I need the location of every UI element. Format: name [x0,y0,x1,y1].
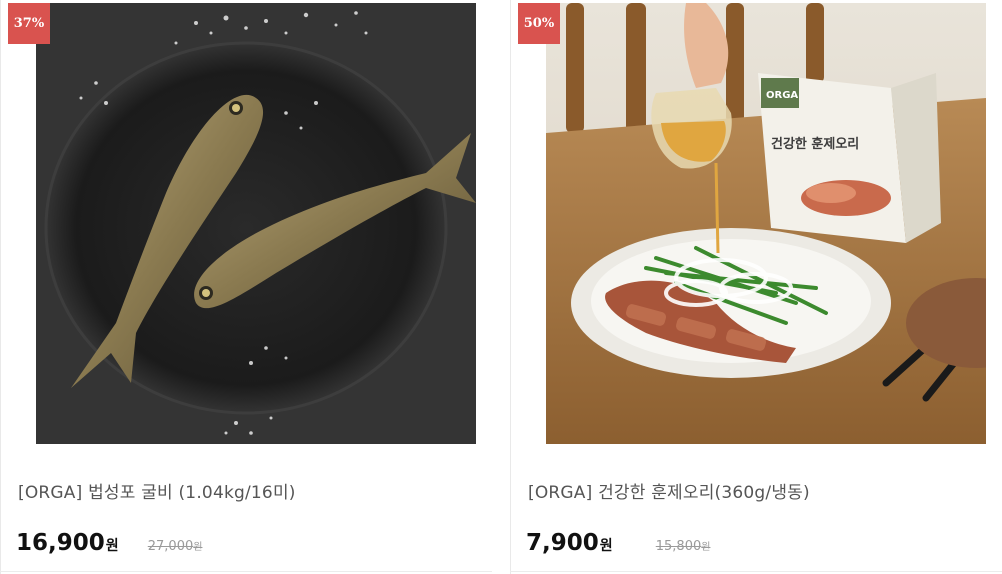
original-price: 27,000 [147,539,194,554]
price-row: 7,900원 15,800원 [526,530,710,560]
sale-price-unit: 원 [105,538,119,554]
original-price-unit: 원 [701,542,711,553]
product-title[interactable]: [ORGA] 법성포 굴비 (1.04kg/16미) [18,478,296,503]
box-brand-text: ORGA [766,90,798,101]
product-title[interactable]: [ORGA] 건강한 훈제오리(360g/냉동) [528,478,810,503]
original-price-unit: 원 [193,542,203,553]
discount-badge: 50% [518,3,560,44]
discount-badge: 37% [8,3,50,44]
product-image[interactable]: ORGA 건강한 훈제오리 [546,3,986,444]
duck-photo: ORGA 건강한 훈제오리 [546,3,986,444]
fish-photo [36,3,476,444]
card-divider [0,0,1,574]
price-row: 16,900원 27,000원 [16,530,202,560]
box-title-text: 건강한 훈제오리 [771,136,859,152]
original-price: 15,800 [655,539,702,554]
product-card[interactable]: 37% [ORGA] 법성포 굴비 (1.04kg/16미) 16,900원 2… [0,0,492,574]
card-divider [510,0,511,574]
product-grid: 37% [ORGA] 법성포 굴비 (1.04kg/16미) 16,900원 2… [0,0,1002,574]
card-bottom-border [510,571,1002,572]
product-image[interactable] [36,3,476,444]
card-bottom-border [0,571,492,572]
sale-price: 7,900 [526,530,599,556]
sale-price: 16,900 [16,530,105,556]
product-card[interactable]: 50% ORGA 건강한 훈제오리 [ORGA] 건강한 훈제오리(360g/냉… [510,0,1002,574]
sale-price-unit: 원 [599,538,613,554]
